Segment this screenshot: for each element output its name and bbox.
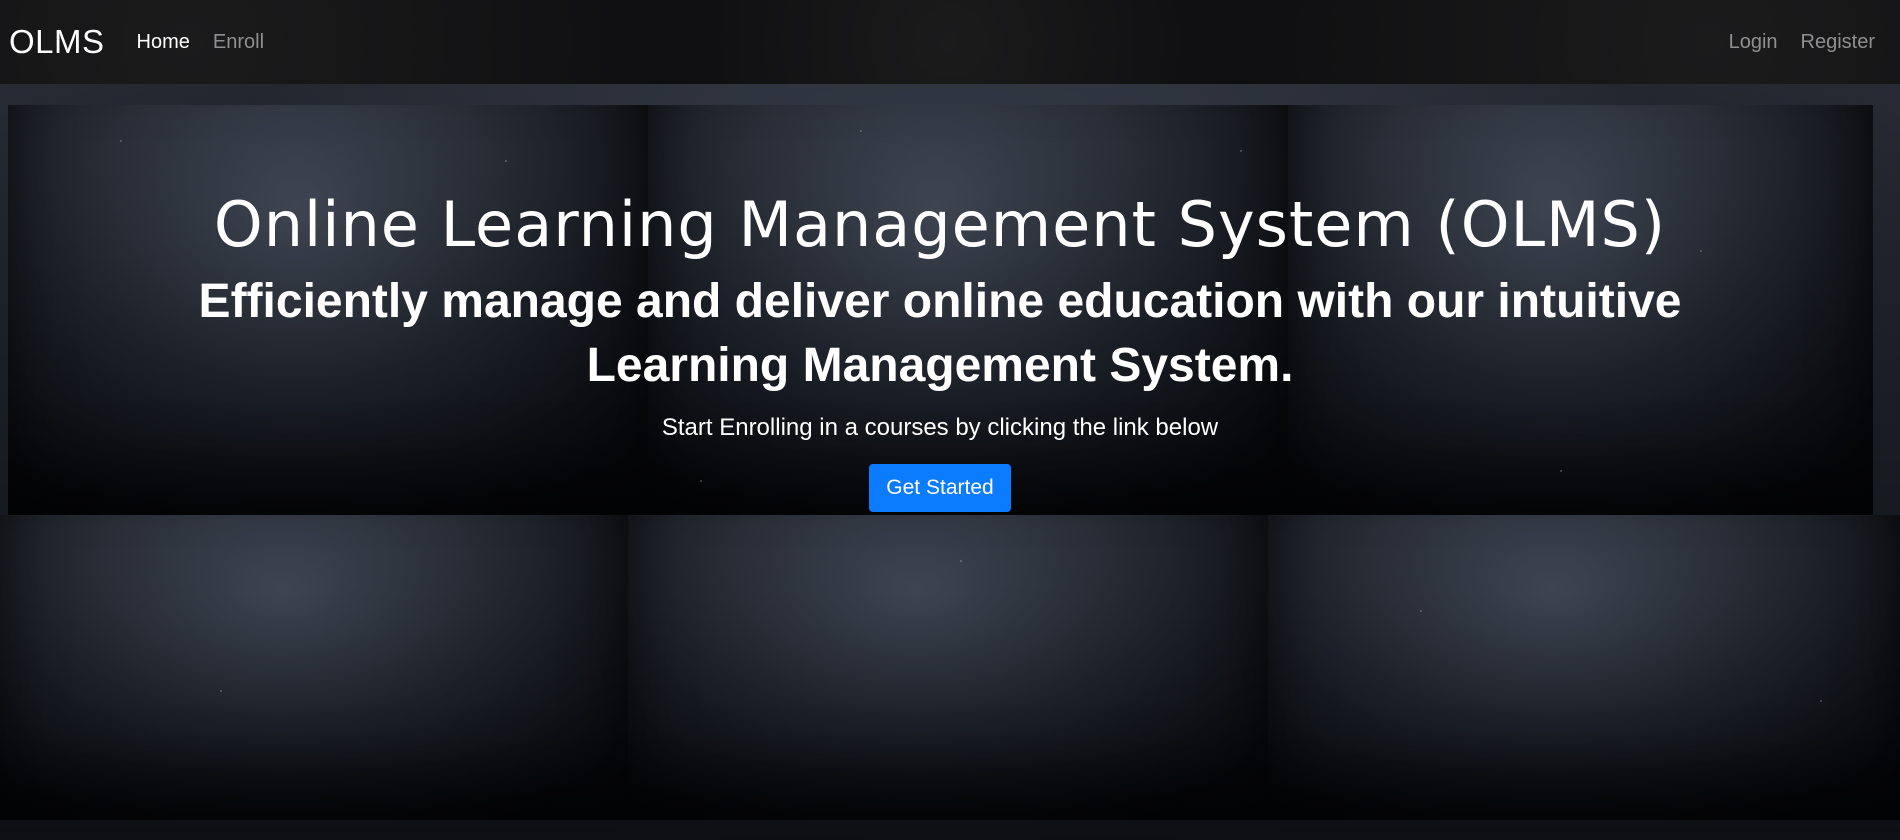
background-tile <box>628 515 1268 820</box>
brand-logo[interactable]: OLMS <box>9 23 105 61</box>
navbar: OLMS Home Enroll Login Register <box>0 0 1900 84</box>
speck <box>1820 700 1822 702</box>
background-tile <box>1268 515 1900 820</box>
speck <box>1240 150 1242 152</box>
nav-home[interactable]: Home <box>137 31 190 54</box>
hero-lead: Start Enrolling in a courses by clicking… <box>661 414 1219 441</box>
speck <box>1420 610 1422 612</box>
get-started-button[interactable]: Get Started <box>869 464 1011 512</box>
background-tile <box>0 515 628 820</box>
page: OLMS Home Enroll Login Register Online L… <box>0 0 1900 840</box>
speck <box>860 130 862 132</box>
speck <box>505 160 507 162</box>
hero-subtitle: Efficiently manage and deliver online ed… <box>198 275 1682 392</box>
nav-enroll[interactable]: Enroll <box>213 31 264 54</box>
hero-section: Online Learning Management System (OLMS)… <box>0 180 1880 512</box>
hero-title: Online Learning Management System (OLMS) <box>213 188 1667 261</box>
speck <box>120 140 122 142</box>
nav-login[interactable]: Login <box>1729 31 1778 54</box>
nav-register[interactable]: Register <box>1801 31 1875 54</box>
speck <box>220 690 222 692</box>
nav-right: Login Register <box>1706 31 1875 54</box>
speck <box>960 560 962 562</box>
